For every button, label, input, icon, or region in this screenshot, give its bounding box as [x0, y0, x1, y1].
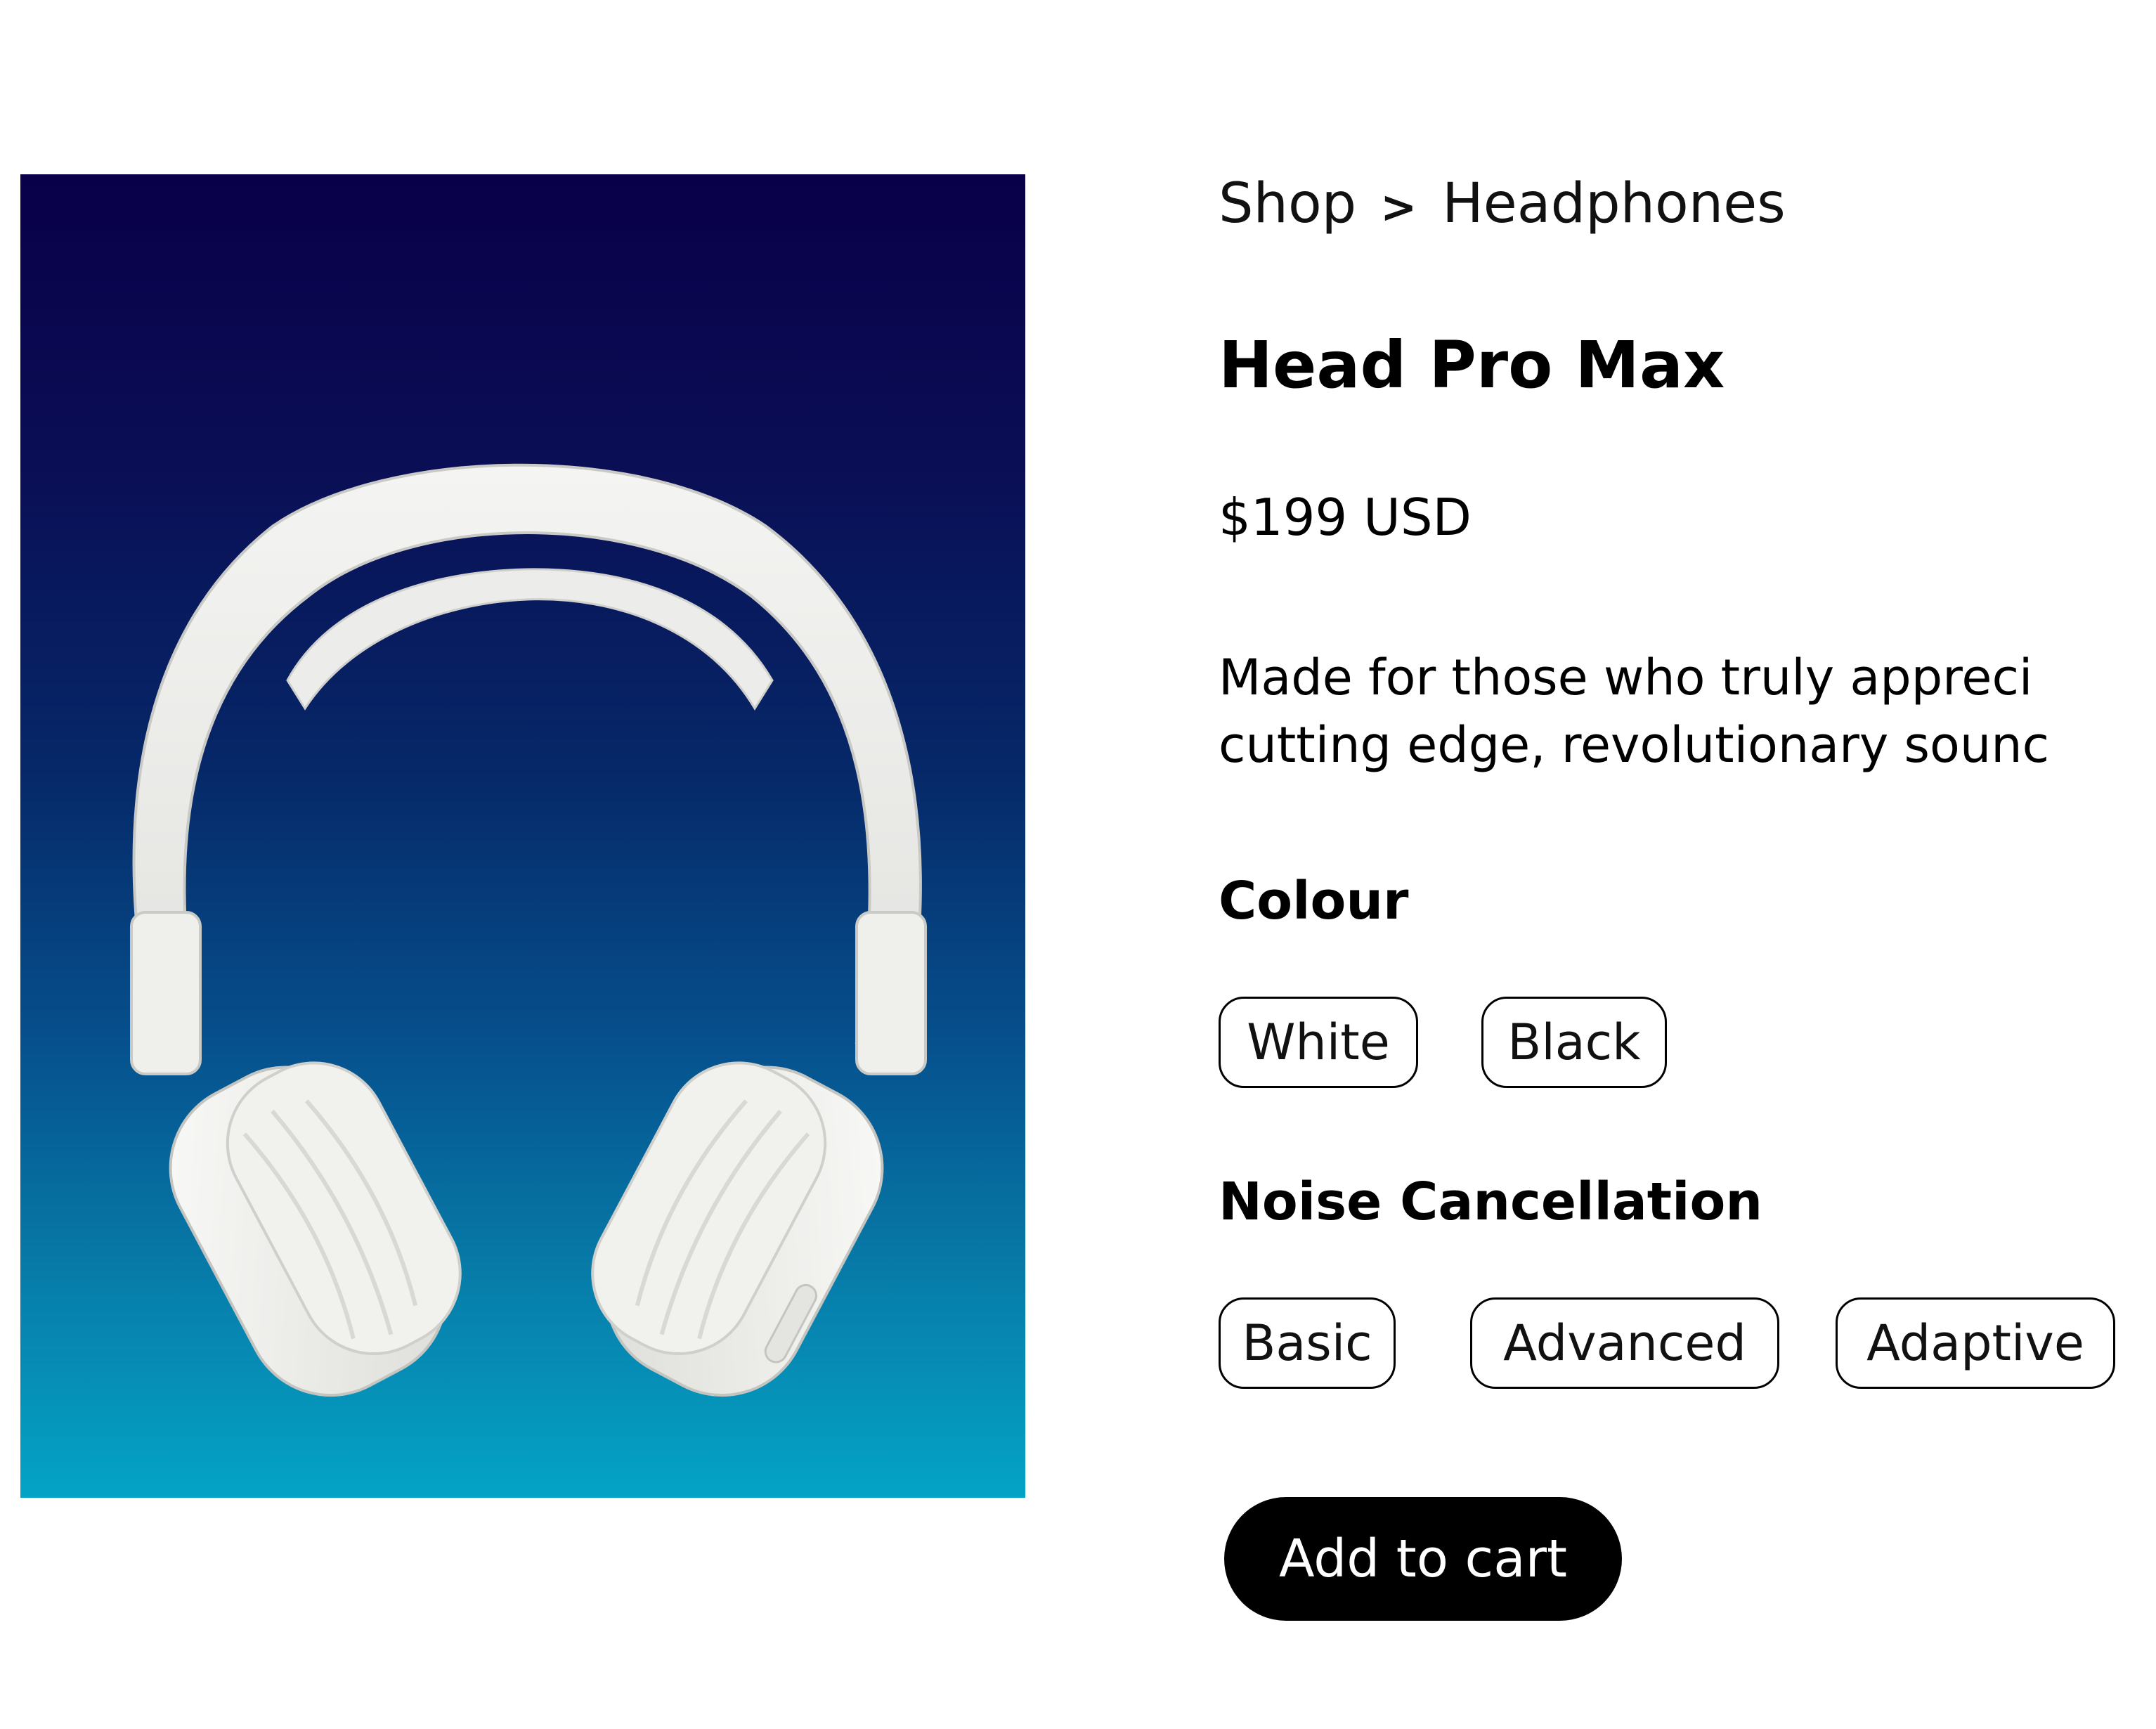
noise-option-adaptive[interactable]: Adaptive: [1836, 1297, 2115, 1389]
product-description: Made for those who truly appreci cutting…: [1219, 644, 2156, 779]
description-line: cutting edge, revolutionary sounc: [1219, 716, 2050, 774]
colour-heading: Colour: [1219, 871, 1409, 931]
product-title: Head Pro Max: [1219, 328, 1725, 403]
product-page: Shop > Headphones Head Pro Max $199 USD Ma…: [0, 0, 2156, 1729]
product-info: Shop > Headphones Head Pro Max $199 USD Ma…: [1219, 0, 2156, 1729]
breadcrumb: Shop > Headphones: [1219, 169, 1786, 242]
colour-option-white[interactable]: White: [1219, 997, 1418, 1088]
noise-cancellation-heading: Noise Cancellation: [1219, 1172, 1763, 1232]
add-to-cart-button[interactable]: Add to cart: [1224, 1497, 1622, 1621]
headphones-illustration: [130, 463, 927, 1397]
description-line: Made for those who truly appreci: [1219, 649, 2033, 706]
colour-option-black[interactable]: Black: [1481, 997, 1667, 1088]
breadcrumb-headphones-link[interactable]: Headphones: [1442, 172, 1786, 235]
noise-option-basic[interactable]: Basic: [1219, 1297, 1396, 1389]
breadcrumb-separator: >: [1380, 181, 1417, 233]
product-image: [20, 174, 1025, 1498]
noise-option-advanced[interactable]: Advanced: [1470, 1297, 1779, 1389]
breadcrumb-shop-link[interactable]: Shop: [1219, 172, 1356, 235]
product-price: $199 USD: [1219, 488, 1472, 547]
